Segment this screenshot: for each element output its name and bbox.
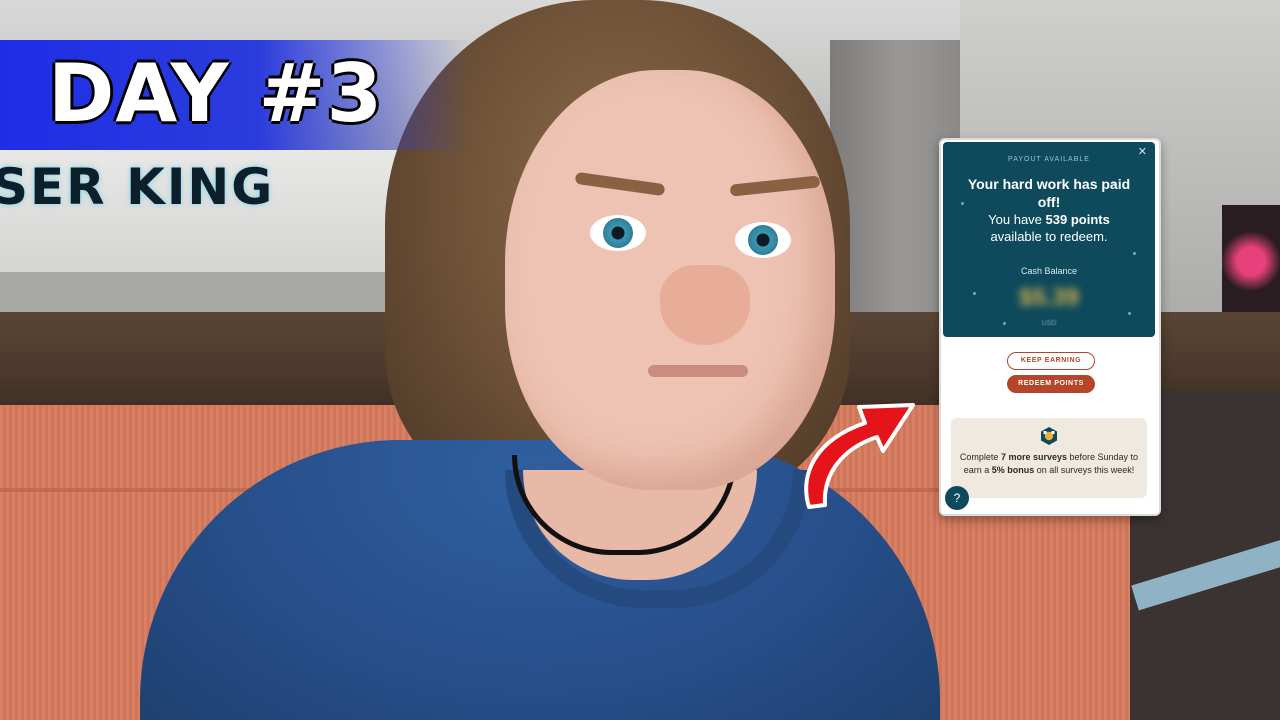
keep-earning-button[interactable]: KEEP EARNING (1007, 352, 1095, 370)
day-banner-text: DAY #3 (48, 47, 384, 140)
person-nose (660, 265, 750, 345)
bonus-prefix: Complete (959, 452, 1001, 462)
cash-balance-label: Cash Balance (1020, 266, 1078, 276)
popup-subline: You have 539 points available to redeem. (951, 211, 1147, 245)
popup-headline: Your hard work has paid off! (951, 175, 1147, 211)
points-value: 539 points (1045, 212, 1110, 227)
cash-balance-amount: $5.39 (1018, 284, 1080, 311)
bonus-text: Complete 7 more surveys before Sunday to… (957, 451, 1141, 477)
popup-header: ✕ PAYOUT AVAILABLE Your hard work has pa… (943, 142, 1155, 337)
right-eye (735, 222, 791, 258)
subline-prefix: You have (988, 212, 1046, 227)
bonus-percent: 5% bonus (991, 465, 1035, 475)
person-mouth (648, 365, 748, 377)
bonus-surveys: 7 more surveys (1000, 452, 1067, 462)
ledge (0, 272, 430, 317)
bonus-card: Complete 7 more surveys before Sunday to… (951, 418, 1147, 498)
left-eye (590, 215, 646, 251)
payout-popup: ✕ PAYOUT AVAILABLE Your hard work has pa… (939, 138, 1161, 516)
payout-label: PAYOUT AVAILABLE (1008, 156, 1090, 163)
redeem-points-button[interactable]: REDEEM POINTS (1007, 375, 1095, 393)
cash-currency: USD (1041, 320, 1057, 327)
help-icon[interactable]: ? (945, 486, 969, 510)
headline-line2: off! (1037, 194, 1061, 210)
red-arrow-icon (804, 403, 915, 509)
restaurant-sign: SER KING (0, 158, 275, 216)
headline-line1: Your hard work has paid (967, 176, 1131, 192)
subline-suffix: available to redeem. (990, 229, 1108, 244)
bonus-badge-icon (1041, 427, 1057, 445)
bonus-suffix: on all surveys this week! (1034, 465, 1135, 475)
